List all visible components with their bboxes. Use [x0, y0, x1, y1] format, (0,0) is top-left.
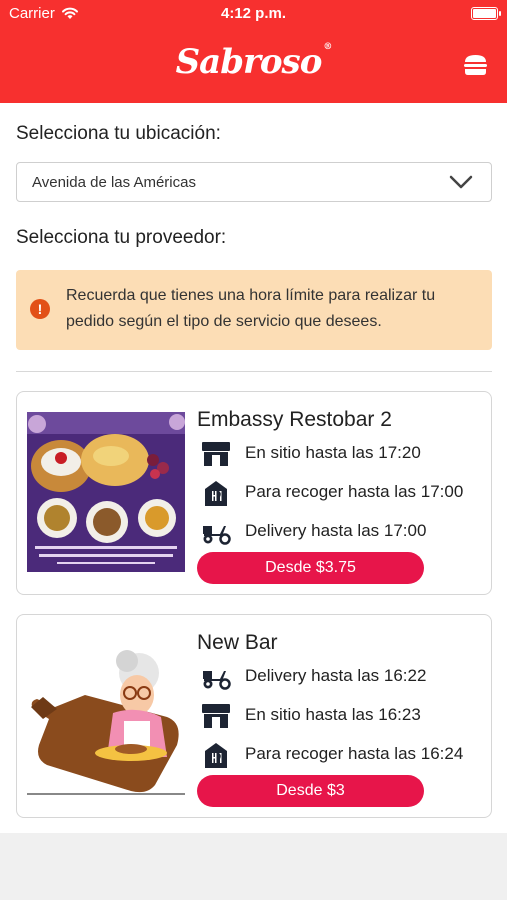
- status-bar: Carrier 4:12 p.m.: [0, 5, 507, 25]
- service-row: Delivery hasta las 17:00: [200, 518, 490, 546]
- store-icon: [202, 704, 230, 728]
- provider-card[interactable]: Embassy Restobar 2 En sitio hasta las 17…: [16, 391, 492, 595]
- service-text: Delivery hasta las 17:00: [245, 521, 427, 540]
- service-row: En sitio hasta las 16:23: [200, 702, 490, 730]
- app-logo: Sabroso ®: [0, 42, 507, 82]
- battery-icon: [471, 7, 501, 20]
- bottom-area: [0, 833, 507, 900]
- time-limit-alert: ! Recuerda que tienes una hora límite pa…: [16, 270, 492, 350]
- scooter-icon: [203, 671, 231, 690]
- service-text: Para recoger hasta las 16:24: [245, 744, 464, 763]
- store-icon: [202, 442, 230, 466]
- service-row: Delivery hasta las 16:22: [200, 663, 490, 691]
- burger-menu-icon[interactable]: [463, 53, 488, 77]
- location-select[interactable]: Avenida de las Américas: [16, 162, 492, 202]
- app-header: Carrier 4:12 p.m. Sabroso ®: [0, 0, 507, 103]
- takeaway-icon: [205, 743, 227, 768]
- provider-name: Embassy Restobar 2: [197, 408, 392, 431]
- main-content: Selecciona tu ubicación: Avenida de las …: [0, 103, 507, 833]
- service-text: En sitio hasta las 17:20: [245, 443, 421, 462]
- scooter-icon: [203, 526, 231, 545]
- service-text: Delivery hasta las 16:22: [245, 666, 427, 685]
- alert-icon: !: [30, 299, 50, 319]
- service-text: Para recoger hasta las 17:00: [245, 482, 464, 501]
- alert-text: Recuerda que tienes una hora límite para…: [66, 287, 436, 330]
- price-button[interactable]: Desde $3.75: [197, 552, 424, 584]
- chevron-down-icon: [449, 175, 473, 189]
- clock: 4:12 p.m.: [220, 5, 287, 22]
- provider-label: Selecciona tu proveedor:: [16, 227, 227, 248]
- logo-text: Sabroso: [175, 42, 323, 82]
- takeaway-icon: [205, 481, 227, 506]
- provider-name: New Bar: [197, 631, 278, 654]
- provider-image-food: [27, 412, 185, 572]
- provider-image-cook: [27, 635, 185, 795]
- divider: [16, 371, 492, 372]
- service-row: En sitio hasta las 17:20: [200, 440, 490, 468]
- provider-card[interactable]: New Bar Delivery hasta las 16:22 En siti…: [16, 614, 492, 818]
- service-row: Para recoger hasta las 16:24: [200, 741, 490, 769]
- location-select-value: Avenida de las Américas: [32, 174, 196, 191]
- price-button[interactable]: Desde $3: [197, 775, 424, 807]
- location-label: Selecciona tu ubicación:: [16, 123, 221, 144]
- logo-registered-mark: ®: [323, 42, 332, 52]
- service-row: Para recoger hasta las 17:00: [200, 479, 490, 507]
- service-text: En sitio hasta las 16:23: [245, 705, 421, 724]
